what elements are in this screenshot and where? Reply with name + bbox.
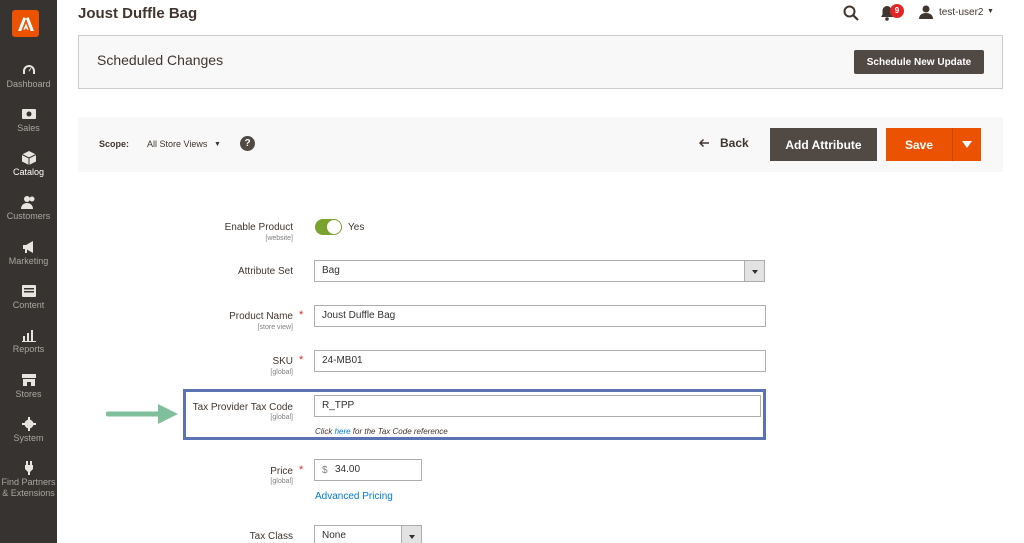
enable-product-value: Yes (348, 222, 365, 233)
marketing-icon (21, 240, 37, 254)
sales-icon (21, 107, 37, 121)
search-icon[interactable] (843, 5, 859, 21)
admin-sidebar: Dashboard Sales Catalog Customers Market… (0, 0, 57, 543)
enable-product-label: Enable Product (224, 222, 293, 233)
save-button[interactable]: Save (886, 128, 952, 161)
help-icon[interactable]: ? (240, 136, 255, 151)
sku-label: SKU (272, 356, 293, 367)
sku-scope: [global] (270, 369, 293, 376)
required-marker: * (299, 309, 304, 321)
product-name-input[interactable]: Joust Duffle Bag (314, 305, 766, 327)
tax-code-input[interactable]: R_TPP (314, 395, 761, 417)
stores-icon (21, 373, 37, 387)
scope-switcher[interactable]: All Store Views (147, 139, 207, 149)
back-button[interactable]: Back (720, 136, 749, 150)
tax-class-select[interactable]: None (314, 525, 402, 543)
add-attribute-button[interactable]: Add Attribute (770, 128, 877, 161)
attribute-set-label: Attribute Set (237, 266, 293, 277)
page-actions-bar: Scope: All Store Views ▼ ? Back Add Attr… (78, 117, 1003, 172)
sku-input[interactable]: 24-MB01 (314, 350, 766, 372)
sidebar-item-dashboard[interactable]: Dashboard (0, 63, 57, 90)
price-scope: [global] (270, 478, 293, 485)
product-name-label: Product Name (229, 311, 293, 322)
price-label: Price (270, 466, 293, 477)
scheduled-changes-title: Scheduled Changes (97, 52, 224, 68)
product-name-scope: [store view] (257, 324, 293, 331)
toggle-knob (326, 219, 342, 235)
catalog-icon (21, 151, 37, 165)
sidebar-item-reports[interactable]: Reports (0, 328, 57, 355)
tax-code-hint: Click here for the Tax Code reference (315, 427, 448, 436)
account-username[interactable]: test-user2 (939, 7, 983, 18)
content-icon (21, 284, 37, 298)
hint-text: Click (315, 427, 335, 436)
required-marker: * (299, 354, 304, 366)
page-title: Joust Duffle Bag (78, 5, 198, 22)
tax-class-dropdown-icon[interactable] (401, 525, 422, 543)
required-marker: * (299, 464, 304, 476)
scope-caret-icon[interactable]: ▼ (214, 141, 221, 148)
account-menu-caret-icon[interactable]: ▼ (987, 8, 994, 15)
notification-count-badge: 9 (890, 4, 904, 18)
system-icon (21, 417, 37, 431)
enable-product-scope: [website] (265, 235, 293, 242)
tax-code-reference-link[interactable]: here (335, 427, 351, 436)
advanced-pricing-link[interactable]: Advanced Pricing (315, 491, 393, 502)
sidebar-item-customers[interactable]: Customers (0, 195, 57, 222)
sidebar-item-sales[interactable]: Sales (0, 107, 57, 134)
tax-class-label: Tax Class (249, 531, 293, 542)
sidebar-item-stores[interactable]: Stores (0, 373, 57, 400)
adobe-logo[interactable] (12, 10, 39, 37)
tax-code-scope: [global] (270, 414, 293, 421)
scheduled-changes-panel: Scheduled Changes Schedule New Update (78, 35, 1003, 89)
reports-icon (21, 328, 37, 342)
sidebar-item-catalog[interactable]: Catalog (0, 151, 57, 178)
chevron-down-icon (962, 141, 972, 148)
save-options-toggle[interactable] (952, 128, 981, 161)
hint-text: for the Tax Code reference (350, 427, 448, 436)
attribute-set-select[interactable]: Bag (314, 260, 745, 282)
sidebar-item-extensions[interactable]: Find Partners & Extensions (0, 461, 57, 499)
sidebar-item-content[interactable]: Content (0, 284, 57, 311)
sidebar-item-system[interactable]: System (0, 417, 57, 444)
price-input[interactable]: 34.00 (314, 459, 422, 481)
user-icon[interactable] (919, 5, 933, 19)
sidebar-item-marketing[interactable]: Marketing (0, 240, 57, 267)
scope-label: Scope: (99, 139, 130, 149)
currency-symbol: $ (322, 465, 328, 476)
tax-code-label: Tax Provider Tax Code (192, 402, 293, 413)
customers-icon (20, 195, 37, 209)
dashboard-icon (21, 63, 37, 77)
back-arrow-icon[interactable] (698, 137, 710, 149)
extensions-icon (21, 461, 37, 475)
attribute-set-dropdown-icon[interactable] (744, 260, 765, 282)
schedule-new-update-button[interactable]: Schedule New Update (854, 50, 984, 74)
